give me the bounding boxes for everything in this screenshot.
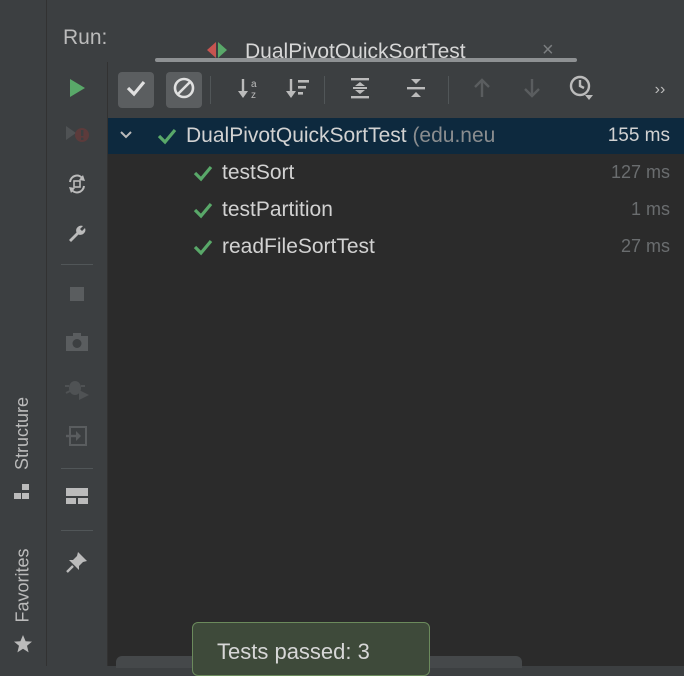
- star-icon: [13, 634, 33, 659]
- test-name: readFileSortTest: [222, 235, 375, 258]
- structure-icon: [13, 484, 31, 505]
- tree-row-test[interactable]: testSort 127 ms: [108, 155, 684, 191]
- previous-failed-button[interactable]: [464, 72, 500, 108]
- bug-icon[interactable]: [61, 372, 93, 404]
- expand-all-button[interactable]: [342, 72, 378, 108]
- separator: [61, 530, 93, 531]
- passed-check-icon: [192, 238, 214, 262]
- layout-icon[interactable]: [61, 480, 93, 512]
- separator: [61, 264, 93, 265]
- show-ignored-button[interactable]: [166, 72, 202, 108]
- left-tool-stripe: Structure Favorites: [0, 0, 47, 666]
- root-duration: 155 ms: [607, 125, 670, 146]
- expand-all-icon: [349, 76, 371, 105]
- passed-check-icon: [156, 127, 178, 151]
- run-tool-column: [47, 62, 108, 666]
- import-tests-icon[interactable]: [61, 420, 93, 452]
- test-toolbar: az ››: [108, 62, 684, 118]
- sort-alphabetically-button[interactable]: az: [232, 72, 268, 108]
- run-label: Run:: [63, 26, 108, 49]
- run-header: Run: DualPivotQuickSortTest ×: [47, 0, 684, 63]
- sort-alpha-icon: az: [237, 76, 263, 105]
- test-duration: 127 ms: [610, 162, 670, 182]
- more-icon: ››: [654, 81, 666, 98]
- arrow-down-icon: [522, 76, 542, 105]
- test-duration: 1 ms: [630, 199, 670, 219]
- svg-text:a: a: [251, 79, 257, 90]
- toast-text: Tests passed: 3: [217, 639, 370, 664]
- sort-by-duration-button[interactable]: [280, 72, 316, 108]
- structure-tab[interactable]: Structure: [4, 378, 42, 488]
- stop-icon[interactable]: [61, 278, 93, 310]
- favorites-tab-label: Favorites: [12, 547, 33, 623]
- wrench-icon[interactable]: [61, 218, 93, 250]
- rerun-icon[interactable]: [61, 72, 93, 104]
- root-test-name: DualPivotQuickSortTest (edu.neu: [186, 124, 495, 148]
- test-results-tree: DualPivotQuickSortTest (edu.neu 155 ms t…: [108, 118, 684, 666]
- tree-row-test[interactable]: testPartition 1 ms: [108, 192, 684, 228]
- structure-tab-label: Structure: [12, 396, 33, 470]
- arrow-up-icon: [472, 76, 492, 105]
- rerun-failed-icon[interactable]: [61, 118, 93, 150]
- ignored-icon: [172, 76, 196, 105]
- chevron-down-icon[interactable]: [118, 125, 134, 151]
- camera-icon[interactable]: [61, 326, 93, 358]
- favorites-tab[interactable]: Favorites: [4, 540, 42, 630]
- next-failed-button[interactable]: [514, 72, 550, 108]
- separator: [448, 76, 449, 104]
- root-class-name: DualPivotQuickSortTest: [186, 124, 407, 147]
- run-tab-dualpivot[interactable]: DualPivotQuickSortTest ×: [157, 14, 577, 63]
- separator: [324, 76, 325, 104]
- collapse-all-icon: [405, 76, 427, 105]
- check-icon: [125, 79, 147, 102]
- sort-duration-icon: [285, 76, 311, 105]
- test-name: testPartition: [222, 198, 333, 221]
- tree-row-root[interactable]: DualPivotQuickSortTest (edu.neu 155 ms: [108, 118, 684, 154]
- clock-icon: [568, 74, 596, 107]
- passed-check-icon: [192, 164, 214, 188]
- test-name: testSort: [222, 161, 295, 184]
- pin-icon[interactable]: [61, 546, 93, 578]
- tests-passed-toast[interactable]: Tests passed: 3: [192, 622, 430, 676]
- svg-text:z: z: [251, 90, 256, 100]
- separator: [210, 76, 211, 104]
- tree-row-test[interactable]: readFileSortTest 27 ms: [108, 229, 684, 265]
- separator: [61, 468, 93, 469]
- test-duration: 27 ms: [620, 236, 670, 256]
- root-package: (edu.neu: [412, 124, 496, 147]
- test-history-button[interactable]: [564, 72, 600, 108]
- show-passed-button[interactable]: [118, 72, 154, 108]
- more-actions-button[interactable]: ››: [642, 72, 678, 108]
- passed-check-icon: [192, 201, 214, 225]
- toggle-auto-test-icon[interactable]: [61, 168, 93, 200]
- collapse-all-button[interactable]: [398, 72, 434, 108]
